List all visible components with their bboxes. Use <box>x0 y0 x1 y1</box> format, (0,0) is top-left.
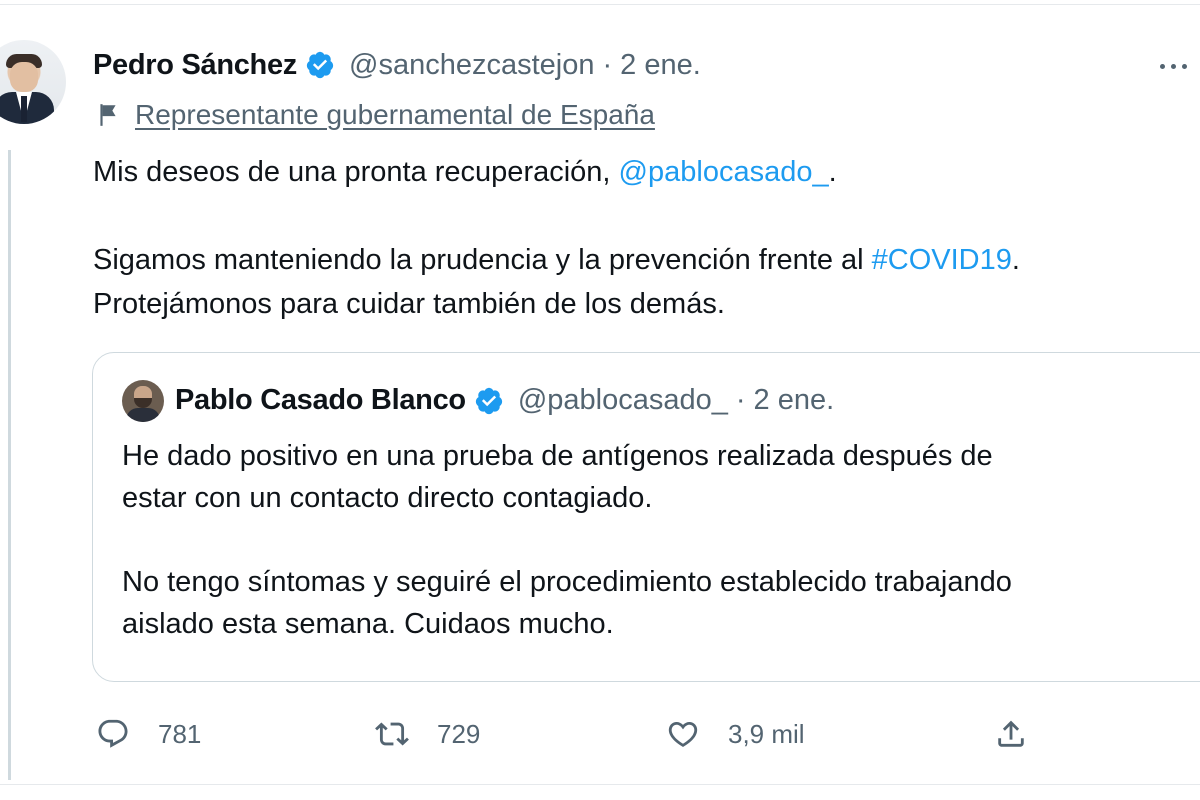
hashtag-link[interactable]: #COVID19 <box>872 244 1012 276</box>
retweet-button[interactable]: 729 <box>375 712 480 756</box>
flag-icon <box>100 104 116 126</box>
author-avatar[interactable] <box>0 40 66 124</box>
bottom-divider <box>0 784 1200 785</box>
reply-button[interactable]: 781 <box>96 712 201 756</box>
top-divider <box>0 4 1200 5</box>
verified-icon <box>475 387 502 414</box>
government-label-text[interactable]: Representante gubernamental de España <box>135 99 655 131</box>
separator-dot: · <box>602 48 613 81</box>
tweet-action-bar: 781 729 3,9 mil <box>0 712 1200 756</box>
quoted-tweet-text: He dado positivo en una prueba de antíge… <box>122 435 1182 645</box>
separator-dot: · <box>735 384 746 416</box>
thread-line <box>8 150 11 780</box>
retweet-count: 729 <box>437 718 481 749</box>
quoted-line-1: He dado positivo en una prueba de antíge… <box>122 440 993 472</box>
tweet-paragraph-1: Mis deseos de una pronta recuperación, @… <box>93 156 837 188</box>
tweet-paragraph-2: Sigamos manteniendo la prudencia y la pr… <box>93 244 1020 276</box>
quoted-author-name[interactable]: Pablo Casado Blanco <box>175 384 466 417</box>
tweet-header: Pedro Sánchez @sanchezcastejon · 2 ene. <box>93 46 701 84</box>
government-label[interactable]: Representante gubernamental de España <box>95 99 655 131</box>
quoted-author-avatar[interactable] <box>122 380 164 422</box>
share-icon <box>998 720 1024 747</box>
author-name[interactable]: Pedro Sánchez <box>93 49 297 82</box>
quoted-line-2: estar con un contacto directo contagiado… <box>122 482 653 514</box>
quoted-line-3: No tengo síntomas y seguiré el procedimi… <box>122 566 1012 598</box>
share-button[interactable] <box>994 712 1028 756</box>
like-button[interactable]: 3,9 mil <box>666 712 805 756</box>
quoted-tweet-time: 2 ene. <box>753 384 835 416</box>
tweet-text: Mis deseos de una pronta recuperación, @… <box>93 150 1183 326</box>
like-count: 3,9 mil <box>728 718 805 749</box>
more-icon[interactable] <box>1160 52 1200 80</box>
mention-link[interactable]: @pablocasado_ <box>619 156 829 188</box>
verified-icon <box>306 51 334 79</box>
retweet-icon <box>375 722 409 746</box>
quoted-author-handle: @pablocasado_ <box>517 384 728 416</box>
tweet-paragraph-2-line-2: Protejámonos para cuidar también de los … <box>93 288 725 320</box>
tweet-frame: Pedro Sánchez @sanchezcastejon · 2 ene. … <box>0 0 1200 800</box>
heart-icon <box>668 721 698 747</box>
quoted-tweet-header: Pablo Casado Blanco @pablocasado_ · 2 en… <box>175 384 834 417</box>
tweet-time[interactable]: 2 ene. <box>620 49 701 82</box>
quoted-line-4: aislado esta semana. Cuidaos mucho. <box>122 608 614 640</box>
author-handle[interactable]: @sanchezcastejon <box>349 49 594 82</box>
reply-icon <box>98 719 128 748</box>
reply-count: 781 <box>158 718 202 749</box>
